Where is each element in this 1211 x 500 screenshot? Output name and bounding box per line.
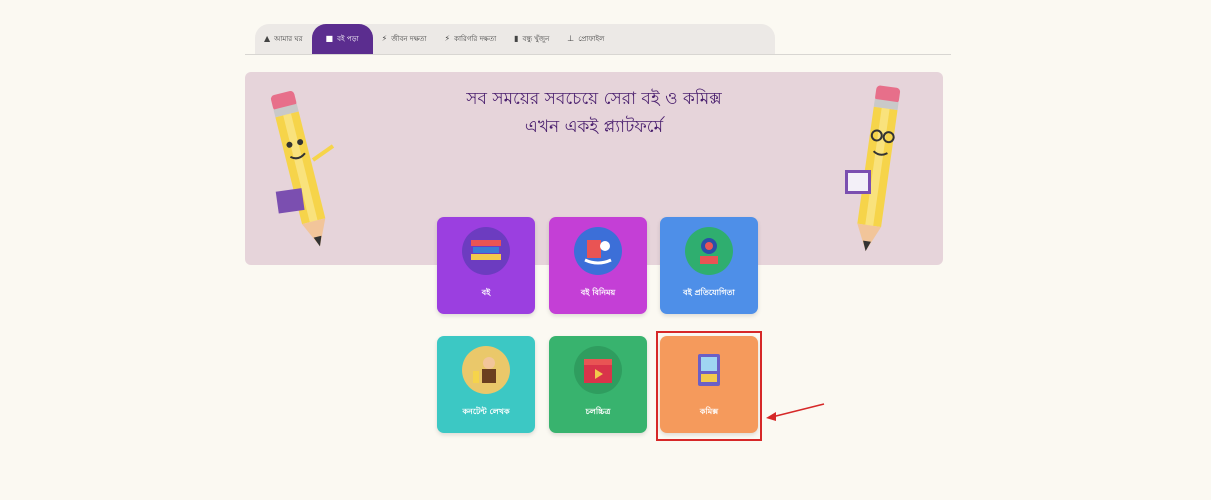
card-label: বই	[481, 288, 491, 297]
top-nav: ▲ আমার ঘর ■ বই পড়া ⚡ জীবন দক্ষতা ⚡ কারি…	[255, 24, 775, 54]
skills-icon: ⚡	[444, 34, 451, 43]
skills-icon: ⚡	[381, 34, 388, 43]
tab-profile[interactable]: ⊥ প্রোফাইল	[558, 24, 613, 54]
card-content-writer[interactable]: কনটেন্ট লেখক	[437, 336, 535, 433]
books-icon	[462, 227, 510, 275]
pencil-mascot-right-icon	[845, 85, 901, 252]
tab-label: বই পড়া	[337, 35, 359, 43]
book-exchange-icon	[574, 227, 622, 275]
card-label: চলচ্চিত্র	[585, 407, 611, 416]
book-icon: ■	[325, 34, 334, 43]
card-book-competition[interactable]: বই প্রতিযোগিতা	[660, 217, 758, 314]
card-label: কনটেন্ট লেখক	[462, 407, 510, 416]
tab-technical-skills[interactable]: ⚡ কারিগরি দক্ষতা	[435, 24, 505, 54]
card-label: বই প্রতিযোগিতা	[683, 288, 735, 297]
comics-highlight-box	[656, 331, 762, 441]
pointer-arrow-icon	[766, 403, 825, 421]
tab-label: কারিগরি দক্ষতা	[454, 35, 497, 43]
trophy-icon	[685, 227, 733, 275]
tab-label: প্রোফাইল	[578, 35, 605, 43]
tab-label: আমার ঘর	[274, 35, 303, 43]
card-books[interactable]: বই	[437, 217, 535, 314]
nav-divider	[245, 54, 951, 55]
card-label: বই বিনিময়	[580, 288, 616, 297]
tab-life-skills[interactable]: ⚡ জীবন দক্ষতা	[373, 24, 436, 54]
user-icon: ▲	[264, 34, 271, 43]
list-icon: ▮	[514, 34, 519, 43]
profile-icon: ⊥	[567, 34, 575, 43]
writer-icon	[462, 346, 510, 394]
tab-book-reading[interactable]: ■ বই পড়া	[311, 24, 373, 54]
film-clapper-icon	[574, 346, 622, 394]
pencil-mascot-left-icon	[270, 91, 335, 247]
tab-label: বন্ধু খুঁজুন	[522, 35, 550, 43]
tab-label: জীবন দক্ষতা	[391, 35, 427, 43]
tab-home[interactable]: ▲ আমার ঘর	[255, 24, 312, 54]
card-book-exchange[interactable]: বই বিনিময়	[549, 217, 647, 314]
tab-find-friends[interactable]: ▮ বন্ধু খুঁজুন	[505, 24, 558, 54]
card-film[interactable]: চলচ্চিত্র	[549, 336, 647, 433]
